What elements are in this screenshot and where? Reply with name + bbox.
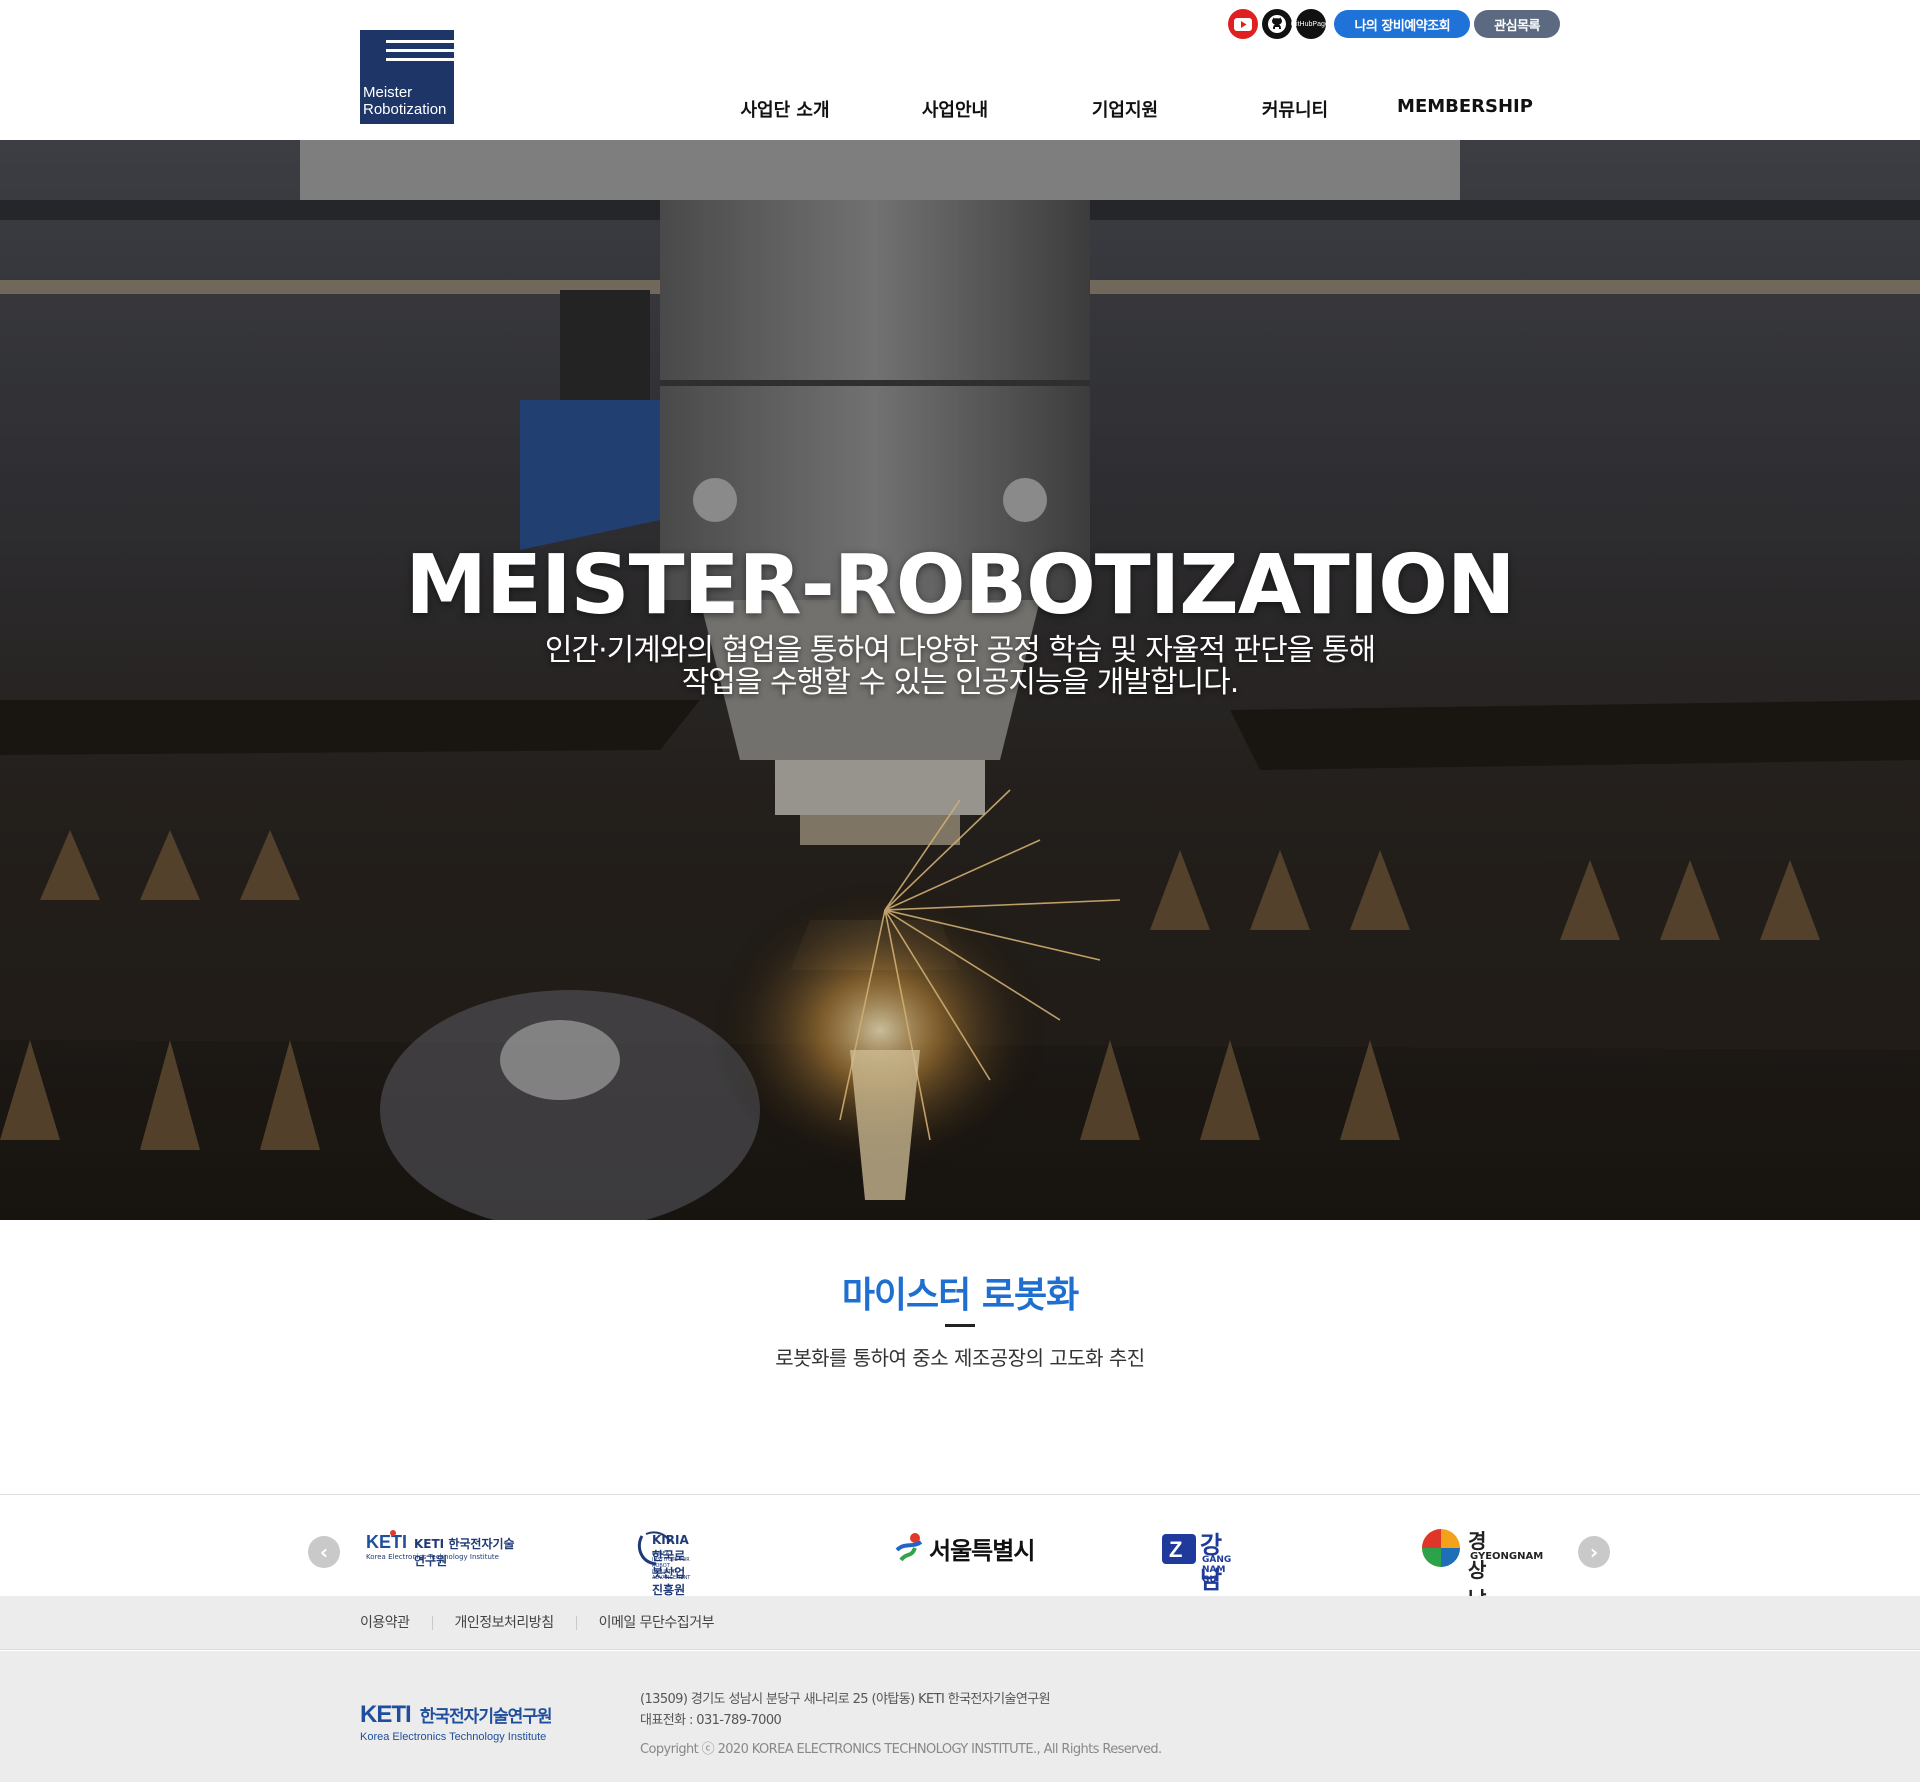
- footer-copyright: Copyright ⓒ 2020 KOREA ELECTRONICS TECHN…: [640, 1742, 1162, 1757]
- main-nav: 사업단 소개 사업안내 기업지원 커뮤니티 MEMBERSHIP: [700, 96, 1550, 122]
- site-header: Meister Robotization GitHub Pages 나의 장비예…: [0, 0, 1920, 140]
- github-pages-label: GitHub: [1290, 20, 1313, 28]
- footer-link-privacy[interactable]: 개인정보처리방침: [431, 1616, 576, 1630]
- partner-sub: GANG NAM GU: [1202, 1555, 1232, 1585]
- svg-text:Z: Z: [1169, 1537, 1182, 1562]
- partner-logo-seoul[interactable]: 서울특별시: [893, 1523, 1035, 1573]
- svg-text:KETI: KETI: [366, 1532, 407, 1552]
- github-pages-icon[interactable]: GitHub Pages: [1291, 9, 1332, 39]
- gangnam-logo-icon: Z: [1162, 1534, 1196, 1564]
- gyeongnam-logo-icon: [1422, 1529, 1460, 1567]
- utility-bar: GitHub Pages 나의 장비예약조회 관심목록: [1228, 9, 1560, 39]
- nav-item-about[interactable]: 사업단 소개: [700, 96, 870, 122]
- logo-line-2: Robotization: [363, 101, 447, 118]
- hero-banner: MEISTER-ROBOTIZATION 인간·기계와의 협업을 통하여 다양한…: [0, 140, 1920, 1220]
- nav-item-support[interactable]: 기업지원: [1040, 96, 1210, 122]
- wishlist-button[interactable]: 관심목록: [1474, 10, 1560, 38]
- partner-logo-keti[interactable]: KETI KETI 한국전자기술연구원 Korea Electronics Te…: [366, 1523, 516, 1573]
- hero-subtitle-line-2: 작업을 수행할 수 있는 인공지능을 개발합니다.: [681, 665, 1240, 700]
- hero-subtitle-line-1: 인간·기계와의 협업을 통하여 다양한 공정 학습 및 자율적 판단을 통해: [544, 633, 1376, 668]
- footer-address: (13509) 경기도 성남시 분당구 새나리로 25 (야탑동) KETI 한…: [640, 1692, 1051, 1707]
- partner-carousel: ‹ KETI KETI 한국전자기술연구원 Korea Electronics …: [0, 1494, 1920, 1640]
- chevron-left-icon[interactable]: ‹: [308, 1536, 340, 1568]
- seoul-logo-icon: [895, 1533, 923, 1562]
- logo-text: Meister Robotization: [363, 84, 446, 118]
- partner-sub: Korea Electronics Technology Institute: [366, 1553, 499, 1561]
- footer-link-terms[interactable]: 이용약관: [360, 1616, 432, 1630]
- footer-link-email-refusal[interactable]: 이메일 무단수집거부: [575, 1616, 736, 1630]
- site-logo[interactable]: Meister Robotization: [360, 30, 454, 124]
- partner-sub: GYEONGNAM: [1470, 1551, 1544, 1562]
- intro-divider: [945, 1324, 975, 1327]
- footer-logo-eng: Korea Electronics Technology Institute: [360, 1731, 547, 1743]
- nav-item-community[interactable]: 커뮤니티: [1210, 96, 1380, 122]
- hero-subtitle: 인간·기계와의 협업을 통하여 다양한 공정 학습 및 자율적 판단을 통해 작…: [0, 635, 1920, 699]
- partner-logo-gyeongnam[interactable]: 경상남도 GYEONGNAM: [1420, 1523, 1543, 1640]
- site-footer: KETI 한국전자기술연구원 Korea Electronics Technol…: [0, 1651, 1920, 1782]
- youtube-icon[interactable]: [1228, 9, 1259, 39]
- my-reservation-button[interactable]: 나의 장비예약조회: [1334, 10, 1471, 38]
- github-pages-label: Pages: [1312, 20, 1333, 28]
- footer-links: 이용약관 개인정보처리방침 이메일 무단수집거부: [0, 1596, 1920, 1650]
- partner-sub: KOREA INSTITUTE FOR ROBOT INDUSTRY ADVAN…: [652, 1551, 691, 1581]
- partner-name: 서울특별시: [929, 1536, 1035, 1565]
- footer-logo-name: 한국전자기술연구원: [419, 1707, 553, 1727]
- footer-logo-mark: KETI: [360, 1701, 412, 1728]
- logo-line-1: Meister: [363, 84, 413, 101]
- footer-info: (13509) 경기도 성남시 분당구 새나리로 25 (야탑동) KETI 한…: [640, 1689, 1162, 1760]
- logo-stripe: [386, 49, 454, 52]
- intro-title: 마이스터 로봇화: [841, 1275, 1079, 1316]
- nav-item-business[interactable]: 사업안내: [870, 96, 1040, 122]
- intro-subtitle: 로봇화를 통하여 중소 제조공장의 고도화 추진: [775, 1346, 1145, 1370]
- partner-logo-gangnam[interactable]: Z 강남구 GANG NAM GU: [1160, 1523, 1231, 1629]
- github-icon[interactable]: [1262, 9, 1293, 39]
- logo-stripe: [386, 40, 454, 43]
- partner-logo-kiria[interactable]: KIRIA 한국로봇산업진흥원 KOREA INSTITUTE FOR ROBO…: [636, 1523, 690, 1597]
- footer-logo: KETI 한국전자기술연구원 Korea Electronics Technol…: [360, 1701, 553, 1743]
- footer-phone: 대표전화 : 031-789-7000: [640, 1713, 782, 1728]
- hero-title: MEISTER-ROBOTIZATION: [405, 538, 1515, 633]
- nav-item-membership[interactable]: MEMBERSHIP: [1380, 96, 1550, 122]
- partner-name: KETI 한국전자기술연구원: [414, 1537, 515, 1568]
- chevron-right-icon[interactable]: ›: [1578, 1536, 1610, 1568]
- logo-stripe: [386, 58, 454, 61]
- intro-section: 마이스터 로봇화 로봇화를 통하여 중소 제조공장의 고도화 추진: [0, 1220, 1920, 1494]
